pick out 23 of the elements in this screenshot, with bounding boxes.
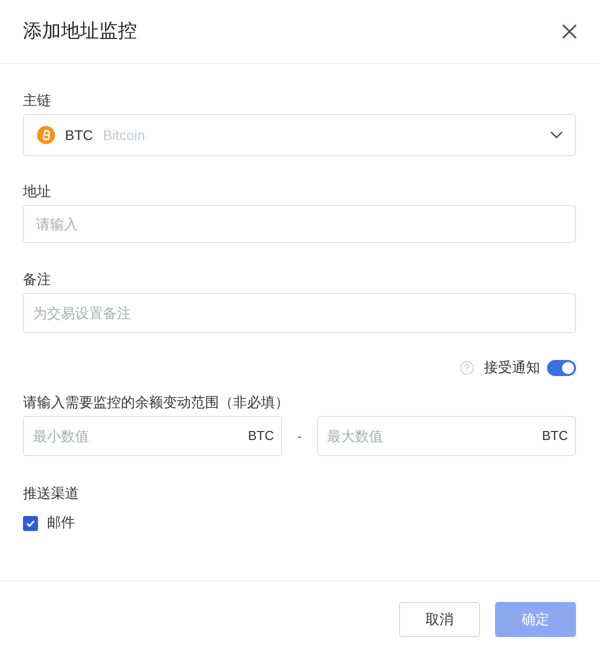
note-input[interactable]: 为交易设置备注 [23, 293, 576, 333]
coin-icon [37, 126, 55, 144]
address-input[interactable]: 请输入 [23, 205, 576, 243]
cancel-button[interactable]: 取消 [399, 602, 480, 637]
coin-name: Bitcoin [103, 127, 146, 143]
checkbox[interactable] [23, 516, 38, 530]
dialog-title: 添加地址监控 [23, 20, 137, 44]
chevron-down-icon [550, 131, 563, 139]
notify-toggle[interactable] [547, 360, 576, 376]
coin-symbol: BTC [65, 127, 93, 143]
field-label: 主链 [23, 91, 52, 110]
range-separator: - [296, 428, 303, 444]
toggle-label: 接受通知 [484, 359, 540, 377]
field-label: 请输入需要监控的余额变动范围（非必填） [23, 393, 290, 412]
field-label: 推送渠道 [23, 484, 80, 503]
close-icon[interactable] [562, 24, 577, 39]
unit-label: BTC [248, 428, 274, 444]
checkbox-label: 邮件 [47, 514, 75, 532]
field-label: 备注 [23, 270, 52, 289]
unit-label: BTC [542, 428, 568, 444]
checkmark-icon [26, 520, 35, 526]
chain-select[interactable]: BTC Bitcoin [23, 114, 576, 156]
field-label: 地址 [23, 182, 52, 201]
